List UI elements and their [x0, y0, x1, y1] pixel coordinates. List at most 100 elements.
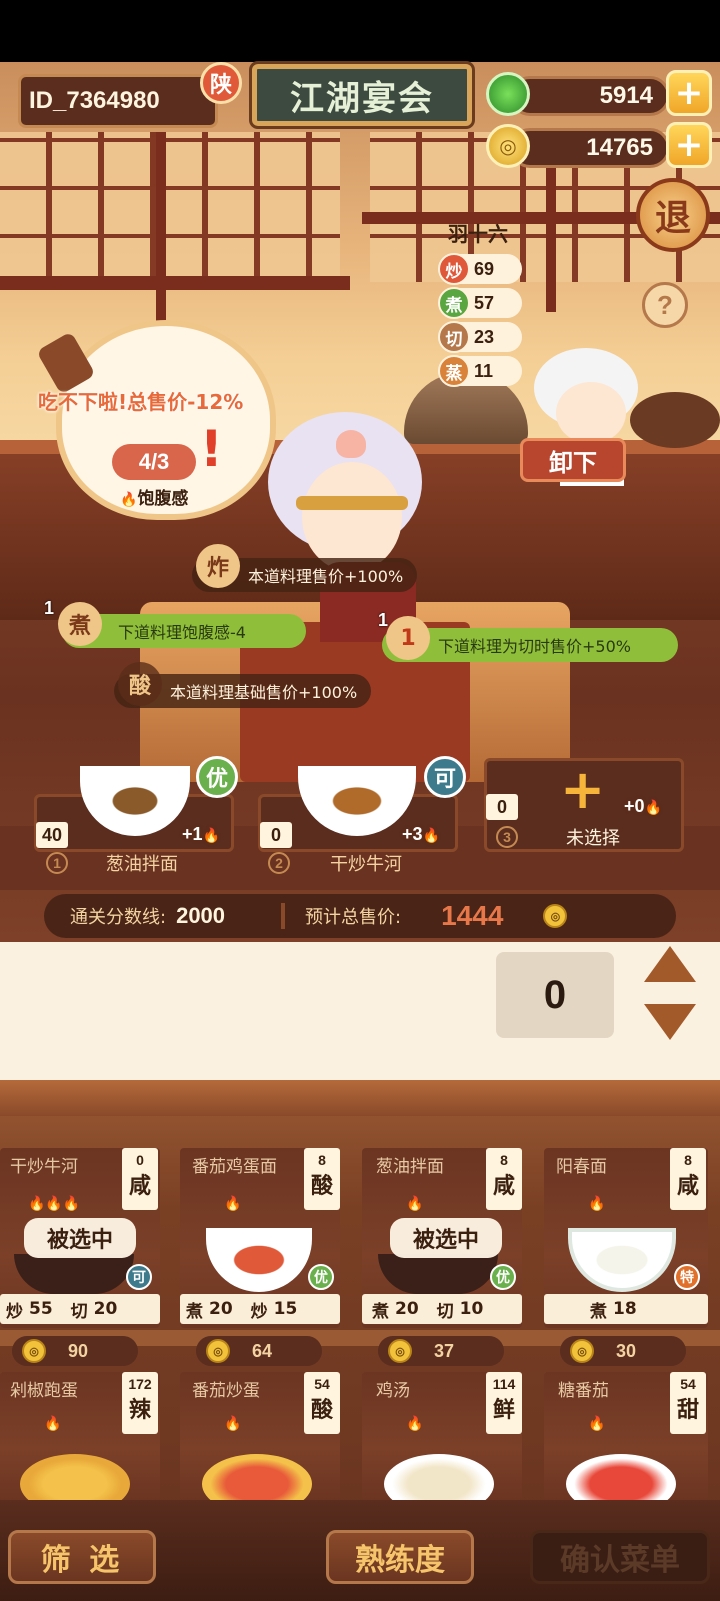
- dish-tag: 8咸: [670, 1148, 706, 1210]
- help-button[interactable]: ?: [642, 282, 688, 328]
- heat-icons: 🔥: [224, 1416, 242, 1432]
- add-coins-button[interactable]: +: [666, 122, 712, 168]
- effect-text: 本道料理售价+100%: [248, 567, 404, 586]
- requirements: 煮 20 炒 15: [180, 1294, 340, 1324]
- effect-text: 下道料理为切时售价+50%: [438, 637, 631, 656]
- price: ◎ 64: [196, 1336, 322, 1366]
- event-title: 江湖宴会: [252, 64, 472, 126]
- player-id: ID_7364980: [18, 74, 218, 128]
- effect-text: 本道料理基础售价+100%: [170, 683, 358, 702]
- grade-badge: 优: [490, 1264, 516, 1290]
- price: ◎ 90: [12, 1336, 138, 1366]
- beam-left: [0, 276, 350, 290]
- dish-card-5[interactable]: 剁椒跑蛋 172 辣 🔥: [0, 1372, 168, 1500]
- dish-card-7[interactable]: 鸡汤 114 鲜 🔥: [362, 1372, 530, 1500]
- slot-count: 40: [36, 822, 68, 848]
- cut-icon: 切: [438, 321, 470, 353]
- dish-count: 172: [128, 1376, 152, 1392]
- dish-flavor: 鲜: [492, 1398, 515, 1423]
- price: ◎ 37: [378, 1336, 504, 1366]
- dish-card-4[interactable]: 阳春面 8咸 🔥 特 煮 18 ◎ 30: [544, 1148, 712, 1366]
- bonus-value: +0: [624, 796, 645, 816]
- req-skill: 切: [436, 1301, 454, 1322]
- dish-slot-2[interactable]: 可 0 +3🔥 2 干炒牛河: [258, 756, 466, 875]
- stat-value: 69: [474, 258, 495, 279]
- grade-badge: 可: [424, 756, 466, 798]
- heat-icons: 🔥: [406, 1196, 424, 1212]
- requirements: 煮 20 切 10: [362, 1294, 522, 1324]
- guest-headband: [296, 496, 408, 510]
- slot-bonus: +0🔥: [624, 796, 662, 817]
- dish-card-6[interactable]: 番茄炒蛋 54 酸 🔥: [180, 1372, 348, 1500]
- jade-balance: 5914: [510, 76, 670, 116]
- effect-count: 1: [44, 598, 55, 618]
- dish-name: 鸡汤: [376, 1381, 410, 1401]
- dish-count: 0: [136, 1152, 144, 1168]
- price-value: 37: [434, 1340, 455, 1361]
- status-bar-area: [0, 0, 720, 62]
- unload-chef-button[interactable]: 卸下: [520, 438, 626, 482]
- total-value: 1444: [441, 900, 504, 931]
- grade-badge: 优: [308, 1264, 334, 1290]
- dish-flavor: 咸: [492, 1174, 515, 1199]
- dish-card-3[interactable]: 葱油拌面 8咸 🔥 被选中 优 煮 20 切 10 ◎ 37: [362, 1148, 530, 1366]
- heat-icons: 🔥: [224, 1196, 242, 1212]
- grade-badge: 优: [196, 756, 238, 798]
- proficiency-button[interactable]: 熟练度: [326, 1530, 474, 1584]
- stir-fry-icon: 炒: [438, 253, 470, 285]
- confirm-menu-button[interactable]: 确认菜单: [530, 1530, 710, 1584]
- dish-slot-3[interactable]: + 0 +0🔥 3 未选择: [484, 758, 684, 866]
- slot-dish-name: 未选择: [566, 828, 620, 849]
- exclamation-icon: !: [200, 420, 223, 478]
- slot-count: 0: [260, 822, 292, 848]
- shelf-top: [0, 1080, 720, 1116]
- flame-icon: 🔥: [644, 799, 662, 815]
- add-jade-button[interactable]: +: [666, 70, 712, 116]
- slot-number: 2: [268, 852, 290, 874]
- chef-stat-boil: 煮 57: [438, 287, 522, 319]
- chef-face: [556, 382, 626, 444]
- slot-dish-name: 干炒牛河: [330, 854, 402, 875]
- dish-tag: 54 甜: [670, 1372, 706, 1434]
- guest-face: [302, 462, 402, 572]
- grade-badge: 可: [126, 1264, 152, 1290]
- coin-icon: ◎: [486, 124, 530, 168]
- coin-balance: 14765: [510, 128, 670, 168]
- knife-icon: 1: [386, 616, 430, 660]
- filter-button[interactable]: 筛 选: [8, 1530, 156, 1584]
- dish-card-1[interactable]: 干炒牛河 0咸 🔥🔥🔥 被选中 可 炒 55 切 20 ◎ 90: [0, 1148, 168, 1366]
- effect-count: 1: [378, 610, 389, 630]
- increase-arrow-icon[interactable]: [644, 946, 696, 982]
- dish-slot-1[interactable]: 优 40 +1🔥 1 葱油拌面: [34, 756, 238, 875]
- dish-name: 番茄炒蛋: [192, 1381, 260, 1401]
- dish-count: 8: [318, 1152, 326, 1168]
- dish-count: 54: [314, 1376, 330, 1392]
- dish-count: 114: [492, 1376, 516, 1392]
- dish-tag: 172 辣: [122, 1372, 158, 1434]
- stat-value: 23: [474, 326, 495, 347]
- threshold-value: 2000: [176, 903, 226, 928]
- dish-card-2[interactable]: 番茄鸡蛋面 8酸 🔥 优 煮 20 炒 15 ◎ 64: [180, 1148, 348, 1366]
- dish-card-8[interactable]: 糖番茄 54 甜 🔥: [544, 1372, 712, 1500]
- req-value: 20: [395, 1299, 419, 1319]
- dish-tag: 8咸: [486, 1148, 522, 1210]
- overfull-warning: 吃不下啦!总售价-12%: [38, 390, 244, 414]
- heat-icons: 🔥: [588, 1416, 606, 1432]
- decrease-arrow-icon[interactable]: [644, 1004, 696, 1040]
- exit-button[interactable]: 退: [636, 178, 710, 252]
- dish-count: 54: [680, 1376, 696, 1392]
- price-value: 90: [68, 1340, 89, 1361]
- fullness-counter: 4/3: [112, 444, 196, 480]
- dish-flavor: 酸: [310, 1398, 333, 1423]
- flame-icon: 🔥: [422, 827, 440, 843]
- stat-value: 57: [474, 292, 495, 313]
- heat-icons: 🔥🔥🔥: [28, 1196, 81, 1212]
- heat-icons: 🔥: [406, 1416, 424, 1432]
- coin-icon: ◎: [570, 1339, 594, 1363]
- coin-icon: ◎: [206, 1339, 230, 1363]
- heat-icons: 🔥: [44, 1416, 62, 1432]
- slot-bonus: +3🔥: [402, 824, 440, 845]
- quantity-display[interactable]: 0: [496, 952, 614, 1038]
- dish-count: 8: [500, 1152, 508, 1168]
- fullness-label-text: 饱腹感: [137, 489, 189, 509]
